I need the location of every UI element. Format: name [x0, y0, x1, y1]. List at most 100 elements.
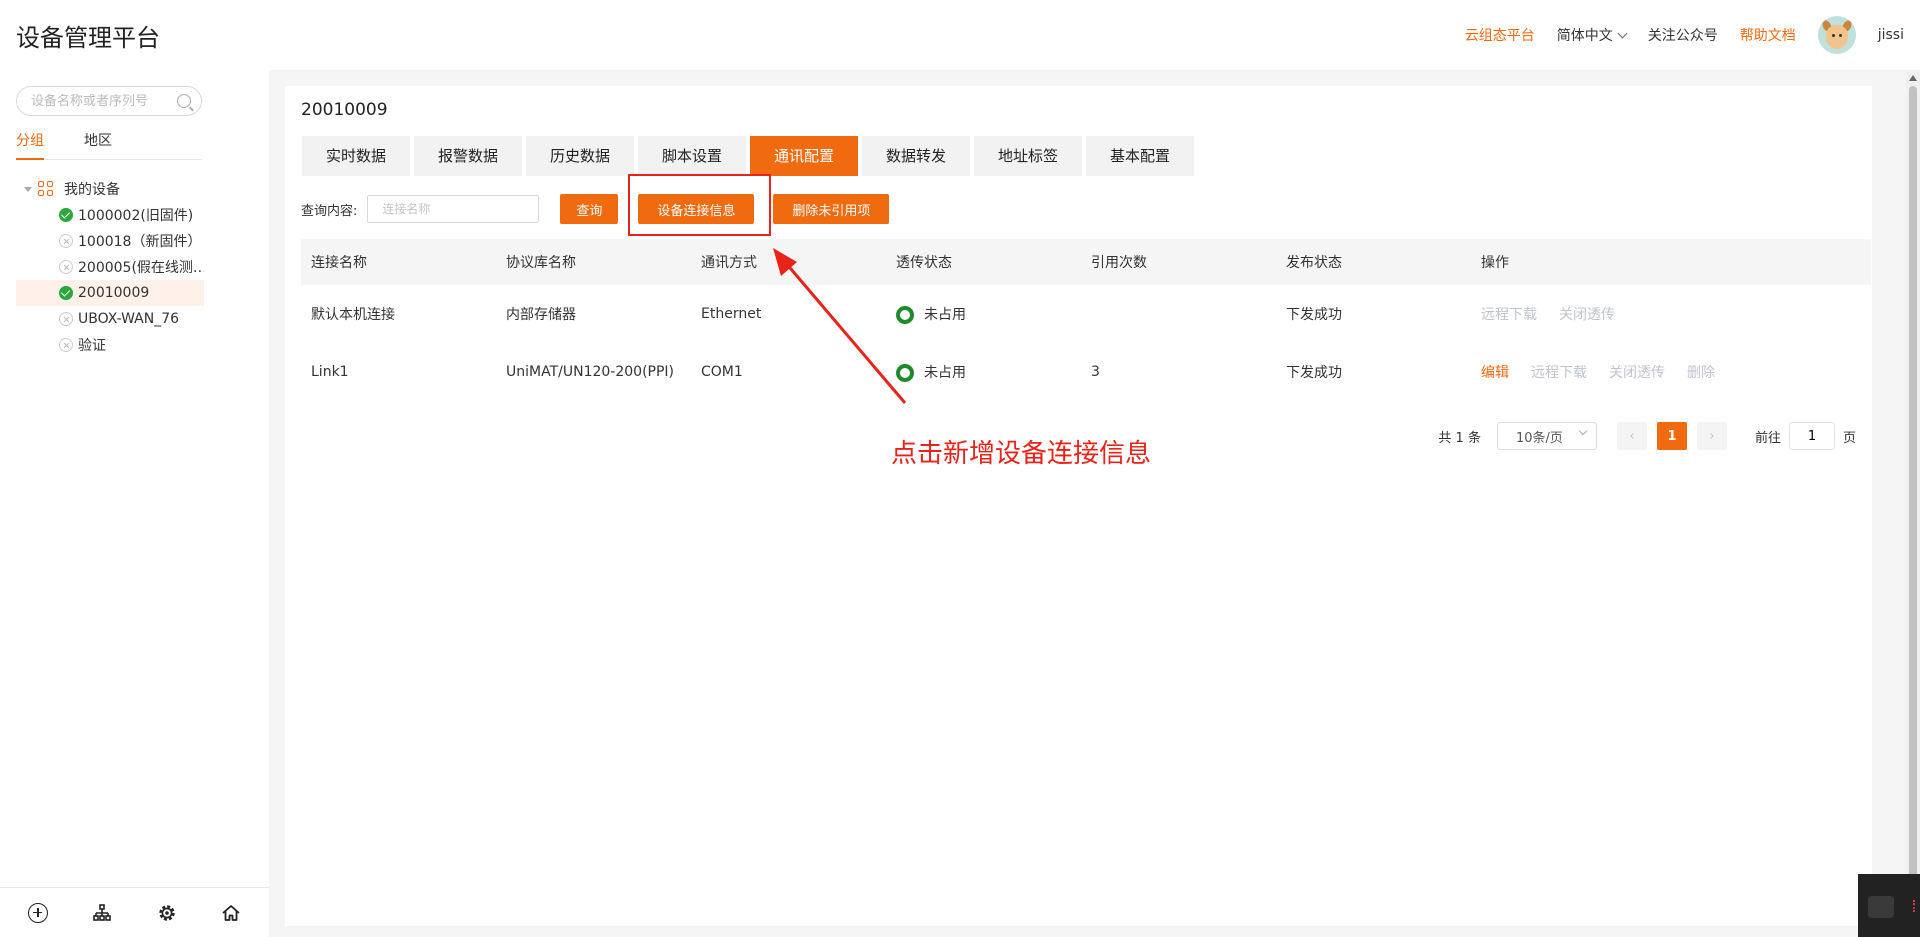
- cell-protocol: UniMAT/UN120-200(PPI): [506, 363, 674, 380]
- close-passthrough-link[interactable]: 关闭透传: [1559, 304, 1615, 324]
- device-connection-info-button[interactable]: 设备连接信息: [638, 194, 755, 224]
- tab-realtime-data[interactable]: 实时数据: [302, 136, 410, 176]
- next-page-button[interactable]: ›: [1696, 422, 1727, 450]
- cell-passthrough: 未占用: [886, 304, 1081, 324]
- avatar[interactable]: [1817, 16, 1856, 54]
- sidebar: 分组 地区 我的设备 1000002(旧固件) 100018（新固件） 2000…: [0, 70, 269, 937]
- delete-link[interactable]: 删除: [1687, 362, 1715, 382]
- tab-region[interactable]: 地区: [84, 130, 112, 160]
- edit-link[interactable]: 编辑: [1481, 362, 1509, 382]
- col-header: 连接名称: [311, 255, 367, 271]
- table-row: Link1 UniMAT/UN120-200(PPI) COM1 未占用 3 下…: [301, 343, 1871, 401]
- cell-protocol: 内部存储器: [506, 306, 576, 323]
- tab-basic-config[interactable]: 基本配置: [1086, 136, 1194, 176]
- device-name: 200005(假在线测…: [78, 260, 204, 276]
- remote-download-link[interactable]: 远程下载: [1481, 304, 1537, 324]
- connection-name-input[interactable]: [367, 195, 540, 223]
- tab-alarm-data[interactable]: 报警数据: [414, 136, 522, 176]
- remote-download-link[interactable]: 远程下载: [1531, 362, 1587, 382]
- language-select[interactable]: 简体中文: [1556, 25, 1628, 45]
- table-header: 连接名称 协议库名称 通讯方式 透传状态 引用次数 发布状态 操作: [301, 239, 1871, 285]
- device-search: [16, 86, 202, 116]
- close-passthrough-link[interactable]: 关闭透传: [1609, 362, 1665, 382]
- page-number-current[interactable]: 1: [1656, 422, 1687, 450]
- offline-status-icon: [59, 234, 73, 248]
- passthrough-status: 未占用: [924, 364, 966, 381]
- cell-ops: 编辑 远程下载 关闭透传 删除: [1471, 362, 1871, 382]
- page-size-value: 10条/页: [1515, 430, 1563, 446]
- search-icon[interactable]: [177, 94, 191, 108]
- device-name: 100018（新固件）: [78, 234, 202, 250]
- cloud-platform-link[interactable]: 云组态平台: [1465, 25, 1535, 45]
- cell-passthrough: 未占用: [886, 362, 1081, 382]
- query-label: 查询内容:: [301, 203, 358, 219]
- page-scrollbar[interactable]: [1906, 72, 1920, 937]
- sidebar-tabs: 分组 地区: [16, 130, 202, 160]
- help-docs-link[interactable]: 帮助文档: [1740, 25, 1796, 45]
- top-header: 设备管理平台 云组态平台 简体中文 关注公众号 帮助文档 jissi: [0, 0, 1920, 70]
- language-label: 简体中文: [1556, 28, 1613, 44]
- chat-widget[interactable]: [1858, 874, 1920, 937]
- username[interactable]: jissi: [1878, 27, 1904, 43]
- org-tree-icon[interactable]: [92, 903, 112, 923]
- tab-address-tags[interactable]: 地址标签: [974, 136, 1082, 176]
- online-status-icon: [59, 208, 73, 222]
- settings-gear-icon[interactable]: [157, 903, 177, 923]
- tree-item-device[interactable]: 100018（新固件）: [16, 228, 204, 254]
- add-circle-icon[interactable]: [28, 902, 49, 923]
- home-icon[interactable]: [221, 903, 241, 923]
- device-name: UBOX-WAN_76: [78, 311, 180, 327]
- device-search-input[interactable]: [31, 93, 171, 109]
- tab-script-settings[interactable]: 脚本设置: [638, 136, 746, 176]
- device-name: 1000002(旧固件): [78, 208, 194, 224]
- tree-item-device[interactable]: 200005(假在线测…: [16, 254, 204, 280]
- main-panel: 20010009 实时数据 报警数据 历史数据 脚本设置 通讯配置 数据转发 地…: [285, 86, 1872, 926]
- tree-item-device[interactable]: 1000002(旧固件): [16, 202, 204, 228]
- cell-publish: 下发成功: [1286, 364, 1342, 381]
- tree-root-label: 我的设备: [64, 182, 120, 198]
- tree-item-device[interactable]: 验证: [16, 332, 204, 358]
- tab-group[interactable]: 分组: [16, 130, 44, 160]
- pagination: 共 1 条 10条/页 ‹ 1 › 前往 页: [1438, 422, 1856, 450]
- table-row: 默认本机连接 内部存储器 Ethernet 未占用 下发成功 远程下载 关闭透传: [301, 285, 1871, 343]
- page-size-select[interactable]: 10条/页: [1496, 422, 1597, 450]
- goto-page: 前往 页: [1755, 422, 1856, 450]
- query-bar: 查询内容: 查询 设备连接信息 删除未引用项: [301, 194, 890, 224]
- prev-page-button[interactable]: ‹: [1616, 422, 1647, 450]
- cell-refs: 3: [1091, 363, 1100, 380]
- cell-publish: 下发成功: [1286, 306, 1342, 323]
- tab-data-forward[interactable]: 数据转发: [862, 136, 970, 176]
- sidebar-footer: [0, 887, 269, 937]
- cell-comm: Ethernet: [701, 305, 762, 322]
- tab-comm-config[interactable]: 通讯配置: [750, 136, 858, 176]
- tree-root-my-devices[interactable]: 我的设备: [16, 176, 204, 202]
- goto-page-input[interactable]: [1788, 422, 1835, 450]
- delete-unreferenced-button[interactable]: 删除未引用项: [773, 194, 890, 224]
- col-header: 发布状态: [1286, 255, 1342, 271]
- follow-account-link[interactable]: 关注公众号: [1648, 25, 1718, 45]
- offline-status-icon: [59, 260, 73, 274]
- tab-history-data[interactable]: 历史数据: [526, 136, 634, 176]
- tree-item-device-selected[interactable]: 20010009: [16, 280, 204, 306]
- cell-name: Link1: [311, 363, 349, 380]
- offline-status-icon: [59, 338, 73, 352]
- connection-table: 连接名称 协议库名称 通讯方式 透传状态 引用次数 发布状态 操作 默认本机连接…: [301, 239, 1871, 401]
- search-button[interactable]: 查询: [560, 194, 619, 224]
- scrollbar-thumb[interactable]: [1909, 86, 1917, 906]
- total-count: 共 1 条: [1438, 430, 1481, 446]
- col-header: 操作: [1481, 255, 1509, 271]
- online-status-icon: [59, 286, 73, 300]
- device-tabs: 实时数据 报警数据 历史数据 脚本设置 通讯配置 数据转发 地址标签 基本配置: [302, 136, 1198, 176]
- col-header: 透传状态: [896, 255, 952, 271]
- expand-caret-icon[interactable]: [24, 186, 32, 192]
- chevron-down-icon: [1617, 28, 1628, 38]
- more-icon[interactable]: [1913, 900, 1916, 912]
- status-ring-icon: [896, 305, 914, 324]
- tree-item-device[interactable]: UBOX-WAN_76: [16, 306, 204, 332]
- offline-status-icon: [59, 312, 73, 326]
- group-icon: [38, 181, 54, 197]
- goto-label: 前往: [1754, 430, 1781, 446]
- device-name: 验证: [78, 338, 106, 354]
- scroll-up-icon[interactable]: [1909, 75, 1917, 81]
- chat-icon[interactable]: [1868, 896, 1894, 918]
